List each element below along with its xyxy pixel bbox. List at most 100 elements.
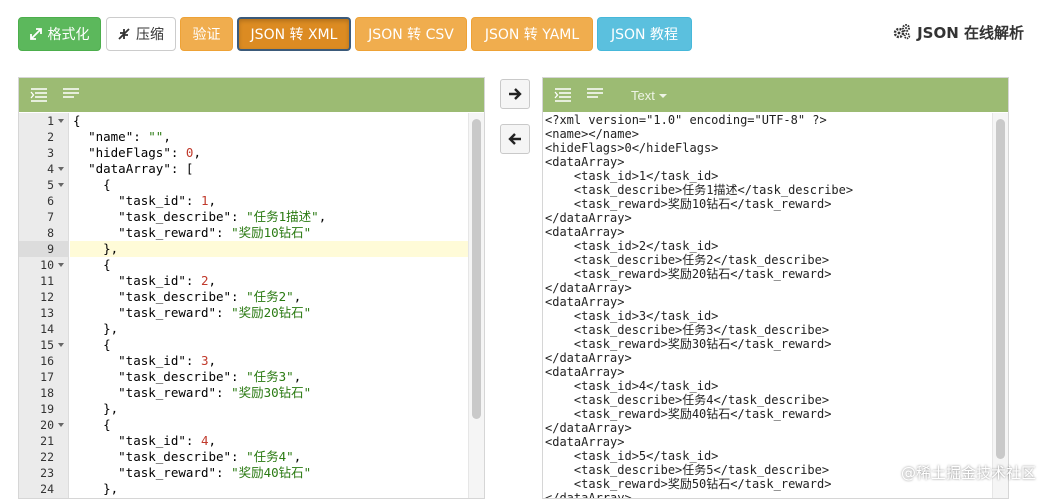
line-number: 7 (47, 210, 54, 224)
output-line: </dataArray> (545, 491, 632, 499)
line-number: 13 (40, 306, 54, 320)
json-to-csv-button[interactable]: JSON 转 CSV (355, 17, 467, 51)
output-line: <task_reward>奖励10钻石</task_reward> (545, 197, 832, 211)
output-line: <name></name> (545, 127, 639, 141)
json-tutorial-button-label: JSON 教程 (611, 27, 678, 43)
compress-button[interactable]: 压缩 (106, 17, 176, 51)
line-number[interactable]: 5 (19, 177, 68, 193)
code-area[interactable]: { "name": "", "hideFlags": 0, "dataArray… (70, 113, 468, 498)
output-mode-label: Text (631, 87, 655, 103)
line-number[interactable]: 1 (19, 113, 68, 129)
compact-align-icon[interactable] (61, 85, 81, 105)
code-line[interactable]: "task_describe": "任务4", (70, 449, 468, 465)
compress-button-label: 压缩 (136, 27, 164, 43)
arrow-right-icon (509, 88, 522, 100)
output-line: </dataArray> (545, 421, 632, 435)
code-editor[interactable]: 1 2 3 4 5 6 7 8 9 10 11 12 13 14 15 16 17 18 19 20 21 22 23 24 … (19, 113, 484, 498)
line-number: 16 (40, 354, 54, 368)
code-line[interactable]: { (70, 177, 468, 193)
line-number: 6 (47, 194, 54, 208)
code-line[interactable]: "task_describe": "任务2", (70, 289, 468, 305)
code-line[interactable]: { (70, 257, 468, 273)
json-to-xml-button[interactable]: JSON 转 XML (237, 17, 351, 51)
line-number: 19 (40, 402, 54, 416)
code-line[interactable]: "task_reward": "奖励20钻石" (70, 305, 468, 321)
line-number[interactable]: 10 (19, 257, 68, 273)
format-align-icon[interactable] (29, 85, 49, 105)
line-number: 23 (40, 466, 54, 480)
code-line[interactable]: "hideFlags": 0, (70, 145, 468, 161)
line-number-gutter: 1 2 3 4 5 6 7 8 9 10 11 12 13 14 15 16 17 18 19 20 21 22 23 24 (19, 113, 69, 498)
compress-icon (118, 28, 130, 40)
convert-right-button[interactable] (500, 79, 530, 109)
caret-down-icon (658, 94, 667, 98)
line-number: 24 (40, 482, 54, 496)
output-mode-dropdown[interactable]: Text (631, 88, 667, 103)
line-number: 3 (47, 146, 54, 160)
editor-scrollbar-thumb[interactable] (472, 119, 481, 419)
output-panel-header: Text (543, 78, 1008, 112)
output-line: <dataArray> (545, 295, 625, 309)
output-scrollbar-thumb[interactable] (996, 119, 1005, 459)
code-line[interactable]: "task_id": 3, (70, 353, 468, 369)
json-to-yaml-button[interactable]: JSON 转 YAML (471, 17, 593, 51)
code-line[interactable]: { (70, 113, 468, 129)
xml-output-text[interactable]: <?xml version="1.0" encoding="UTF-8" ?> <… (545, 113, 992, 499)
editor-scrollbar-track[interactable] (468, 113, 484, 498)
xml-output-area[interactable]: <?xml version="1.0" encoding="UTF-8" ?> <… (543, 113, 1008, 498)
json-to-csv-button-label: JSON 转 CSV (368, 27, 454, 43)
code-line[interactable]: "task_id": 1, (70, 193, 468, 209)
output-scrollbar-track[interactable] (992, 113, 1008, 498)
code-line[interactable]: "task_reward": "奖励30钻石" (70, 385, 468, 401)
input-panel-header (19, 78, 484, 112)
output-line: <task_describe>任务2</task_describe> (545, 253, 830, 267)
code-line[interactable]: "task_id": 4, (70, 433, 468, 449)
output-line: <task_id>1</task_id> (545, 169, 719, 183)
arrow-left-icon (508, 133, 521, 145)
brand-title: JSON 在线解析 (893, 20, 1024, 44)
validate-button[interactable]: 验证 (180, 17, 233, 51)
xml-output-panel: Text <?xml version="1.0" encoding="UTF-8… (542, 77, 1009, 499)
output-compact-align-icon[interactable] (585, 85, 605, 105)
output-line: <task_describe>任务3</task_describe> (545, 323, 830, 337)
code-line[interactable]: "task_describe": "任务1描述", (70, 209, 468, 225)
code-line[interactable]: }, (70, 241, 468, 257)
brand-label: JSON 在线解析 (917, 23, 1024, 42)
code-line[interactable]: }, (70, 481, 468, 497)
output-line: </dataArray> (545, 351, 632, 365)
line-number: 2 (47, 130, 54, 144)
line-number: 11 (40, 274, 54, 288)
line-number: 17 (40, 370, 54, 384)
watermark: @稀土掘金技术社区 (901, 462, 1036, 483)
line-number: 18 (40, 386, 54, 400)
code-line[interactable]: "dataArray": [ (70, 161, 468, 177)
output-format-align-icon[interactable] (553, 85, 573, 105)
output-line: <dataArray> (545, 365, 625, 379)
line-number[interactable]: 20 (19, 417, 68, 433)
output-line: <task_reward>奖励20钻石</task_reward> (545, 267, 832, 281)
code-line[interactable]: "name": "", (70, 129, 468, 145)
format-button[interactable]: 格式化 (18, 17, 101, 51)
output-line: <dataArray> (545, 435, 625, 449)
code-line[interactable]: "task_reward": "奖励10钻石" (70, 225, 468, 241)
output-line: <task_id>2</task_id> (545, 239, 719, 253)
output-line: <dataArray> (545, 155, 625, 169)
line-number: 22 (40, 450, 54, 464)
output-line: <task_id>3</task_id> (545, 309, 719, 323)
watermark-text: @稀土掘金技术社区 (900, 464, 1036, 482)
code-line[interactable]: { (70, 337, 468, 353)
code-line[interactable]: "task_id": 2, (70, 273, 468, 289)
line-number[interactable]: 4 (19, 161, 68, 177)
line-number[interactable]: 15 (19, 337, 68, 353)
code-line[interactable]: }, (70, 401, 468, 417)
output-line: <task_reward>奖励30钻石</task_reward> (545, 337, 832, 351)
code-line[interactable]: { (70, 417, 468, 433)
code-line[interactable]: "task_describe": "任务3", (70, 369, 468, 385)
line-number: 12 (40, 290, 54, 304)
format-button-label: 格式化 (47, 27, 90, 43)
line-number: 14 (40, 322, 54, 336)
json-tutorial-button[interactable]: JSON 教程 (597, 17, 692, 51)
code-line[interactable]: }, (70, 321, 468, 337)
convert-left-button[interactable] (500, 124, 530, 154)
code-line[interactable]: "task_reward": "奖励40钻石" (70, 465, 468, 481)
